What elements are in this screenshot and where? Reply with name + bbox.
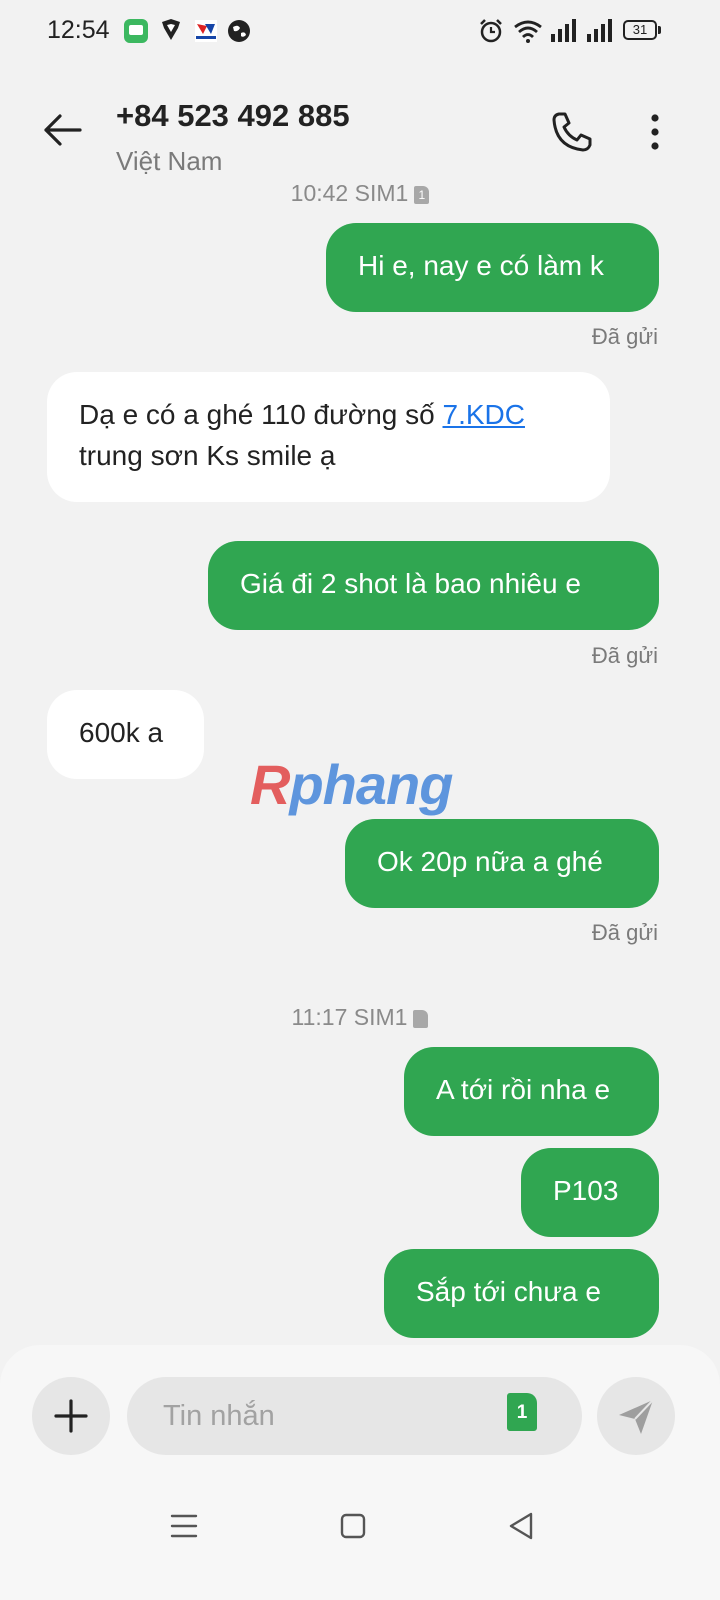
menu-nav-icon[interactable] (164, 1506, 204, 1546)
message-text: Giá đi 2 shot là bao nhiêu e (240, 568, 581, 599)
contact-country: Việt Nam (116, 146, 223, 176)
message-link[interactable]: 7.KDC (443, 399, 525, 430)
vpn-shield-icon (162, 19, 180, 40)
timestamp-text: 10:42 SIM1 (290, 180, 409, 206)
message-timestamp: 10:42 SIM1 1 (0, 180, 720, 207)
send-icon (619, 1399, 654, 1434)
phone-call-icon[interactable] (550, 110, 594, 154)
sim-icon (413, 1009, 429, 1028)
sent-status: Đã gửi (591, 643, 658, 668)
outgoing-message[interactable]: Giá đi 2 shot là bao nhiêu e (208, 541, 659, 630)
message-timestamp: 11:17 SIM1 (0, 1004, 720, 1031)
incoming-message[interactable]: Dạ e có a ghé 110 đường số 7.KDC trung s… (47, 372, 610, 502)
messages-app-icon (124, 19, 148, 43)
signal-icon (587, 19, 612, 42)
message-text: Sắp tới chưa e (416, 1276, 601, 1307)
wifi-icon (514, 20, 542, 43)
system-nav-bar (0, 1490, 720, 1560)
conversation-header: +84 523 492 885 Việt Nam (0, 90, 720, 180)
app-logo-icon (195, 20, 217, 42)
outgoing-message[interactable]: A tới rồi nha e (404, 1047, 659, 1136)
message-text: P103 (553, 1175, 619, 1206)
incoming-message[interactable]: 600k a (47, 690, 204, 779)
home-nav-icon[interactable] (333, 1506, 373, 1546)
back-nav-icon[interactable] (502, 1506, 542, 1546)
message-text: Hi e, nay e có làm k (358, 250, 604, 281)
sent-status: Đã gửi (591, 920, 658, 945)
message-text: Dạ e có a ghé 110 đường số (79, 399, 443, 430)
watermark-text: phang (289, 753, 453, 816)
message-text: Ok 20p nữa a ghé (377, 846, 603, 877)
sent-status: Đã gửi (591, 324, 658, 349)
message-text: 600k a (79, 717, 164, 748)
send-button[interactable] (597, 1377, 675, 1455)
outgoing-message[interactable]: P103 (521, 1148, 659, 1237)
watermark-letter: R (250, 753, 290, 816)
outgoing-message[interactable]: Sắp tới chưa e (384, 1249, 659, 1338)
watermark-logo: Rphang (250, 752, 453, 817)
battery-level: 31 (632, 22, 648, 37)
timestamp-text: 11:17 SIM1 (291, 1004, 408, 1030)
more-options-icon[interactable] (640, 110, 670, 154)
plus-icon (54, 1399, 88, 1433)
battery-tip (658, 26, 661, 34)
status-time: 12:54 (47, 16, 110, 44)
attach-button[interactable] (32, 1377, 110, 1455)
globe-icon (228, 20, 250, 42)
sim-selector-icon[interactable]: 1 (507, 1393, 537, 1431)
outgoing-message[interactable]: Hi e, nay e có làm k (326, 223, 659, 312)
signal-icon (551, 19, 576, 42)
message-composer: 1 (0, 1345, 720, 1600)
status-bar: 12:54 31 (0, 0, 720, 62)
alarm-icon (480, 19, 502, 43)
outgoing-message[interactable]: Ok 20p nữa a ghé (345, 819, 659, 908)
back-arrow-icon[interactable] (40, 108, 90, 152)
sim-icon: 1 (414, 185, 430, 204)
message-text: A tới rồi nha e (436, 1074, 611, 1105)
battery-icon: 31 (623, 20, 657, 40)
message-text: trung sơn Ks smile ạ (79, 440, 336, 471)
contact-name[interactable]: +84 523 492 885 (116, 98, 350, 134)
